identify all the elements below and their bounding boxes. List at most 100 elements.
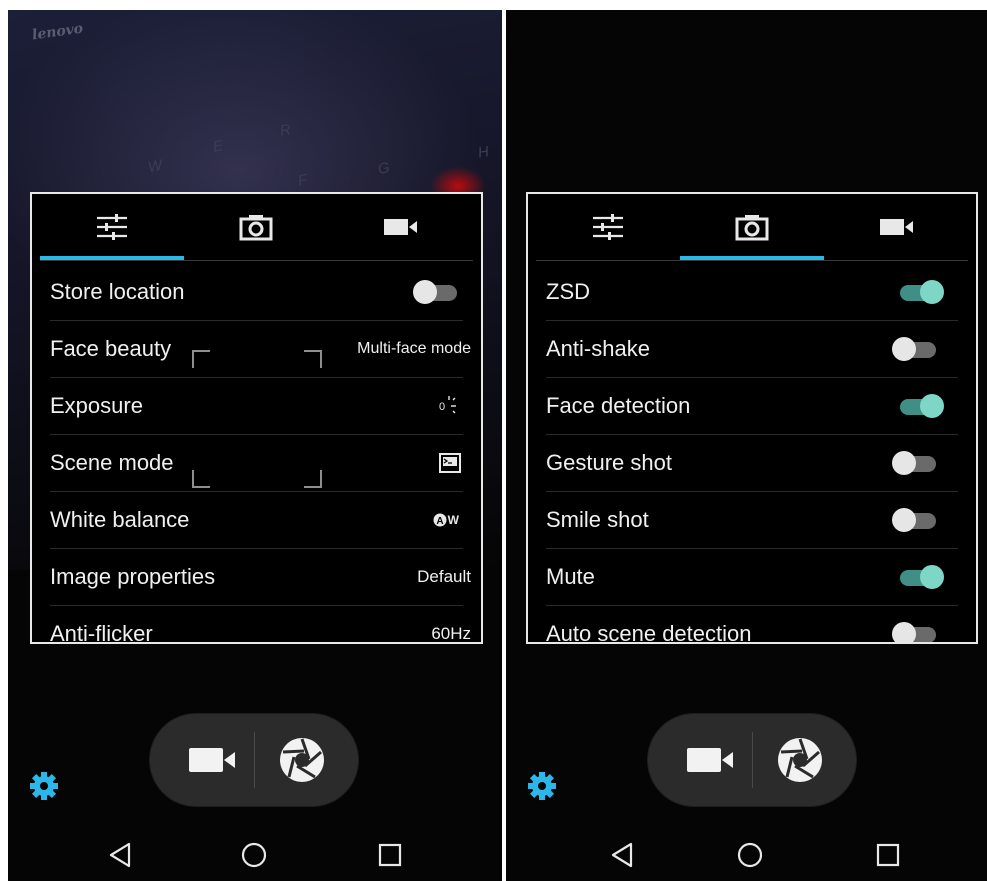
viewfinder-key-text: R bbox=[278, 121, 293, 140]
setting-label: Scene mode bbox=[50, 450, 174, 475]
setting-label: Exposure bbox=[50, 393, 143, 418]
settings-panel: Store location Face beauty Multi-face mo… bbox=[30, 192, 483, 644]
setting-row-smile-shot[interactable]: Smile shot bbox=[546, 492, 958, 549]
back-button[interactable] bbox=[100, 838, 140, 872]
toggle-thumb bbox=[892, 451, 916, 475]
toggle-thumb bbox=[920, 280, 944, 304]
shutter-aperture-icon bbox=[778, 738, 822, 782]
setting-label: Smile shot bbox=[546, 507, 649, 532]
setting-row-gesture-shot[interactable]: Gesture shot bbox=[546, 435, 958, 492]
setting-row-image-properties[interactable]: Image properties Default bbox=[50, 549, 471, 606]
setting-row-anti-shake[interactable]: Anti-shake bbox=[546, 321, 958, 378]
setting-value: Default bbox=[417, 567, 471, 586]
setting-row-scene-mode[interactable]: Scene mode bbox=[50, 435, 463, 492]
video-camera-icon bbox=[687, 748, 733, 772]
camera-icon bbox=[735, 215, 769, 241]
toggle-thumb bbox=[892, 622, 916, 642]
toggle-thumb bbox=[413, 280, 437, 304]
shutter-aperture-icon bbox=[280, 738, 324, 782]
mute-toggle[interactable] bbox=[900, 565, 944, 589]
settings-gear-button[interactable] bbox=[28, 770, 60, 802]
settings-tabs bbox=[32, 194, 481, 264]
sliders-icon bbox=[593, 214, 623, 240]
setting-row-exposure[interactable]: Exposure 0 bbox=[50, 378, 463, 435]
setting-label: Anti-shake bbox=[546, 336, 650, 361]
video-record-button[interactable] bbox=[668, 730, 752, 790]
viewfinder-brand-text: lenovo bbox=[31, 20, 85, 44]
video-record-button[interactable] bbox=[170, 730, 254, 790]
setting-value: 60Hz bbox=[431, 624, 471, 643]
shutter-button[interactable] bbox=[260, 730, 344, 790]
controls-separator bbox=[254, 732, 255, 788]
setting-label: White balance bbox=[50, 507, 190, 532]
tab-photo-settings[interactable] bbox=[184, 194, 328, 260]
recents-button[interactable] bbox=[370, 838, 410, 872]
setting-row-anti-flicker[interactable]: Anti-flicker 60Hz bbox=[50, 606, 471, 644]
toggle-thumb bbox=[920, 565, 944, 589]
setting-row-white-balance[interactable]: White balance A W bbox=[50, 492, 463, 549]
anti-shake-toggle[interactable] bbox=[892, 337, 936, 361]
store-location-toggle[interactable] bbox=[413, 280, 457, 304]
home-button[interactable] bbox=[234, 838, 274, 872]
recents-button[interactable] bbox=[868, 838, 908, 872]
setting-row-face-detection[interactable]: Face detection bbox=[546, 378, 958, 435]
shutter-button[interactable] bbox=[758, 730, 842, 790]
settings-panel: ZSD Anti-shake Face detection Gesture sh… bbox=[526, 192, 978, 644]
sliders-icon bbox=[97, 214, 127, 240]
settings-gear-button[interactable] bbox=[526, 770, 558, 802]
gesture-shot-toggle[interactable] bbox=[892, 451, 936, 475]
recents-square-icon bbox=[876, 843, 900, 867]
setting-label: Image properties bbox=[50, 564, 216, 589]
setting-label: Face detection bbox=[546, 393, 691, 418]
setting-label: Mute bbox=[546, 564, 595, 589]
camera-screen-right: ZSD Anti-shake Face detection Gesture sh… bbox=[506, 10, 987, 881]
zsd-toggle[interactable] bbox=[900, 280, 944, 304]
viewfinder-key-text: H bbox=[476, 143, 491, 162]
home-button[interactable] bbox=[730, 838, 770, 872]
face-detection-toggle[interactable] bbox=[900, 394, 944, 418]
focus-frame-corner bbox=[304, 350, 322, 368]
setting-row-mute[interactable]: Mute bbox=[546, 549, 958, 606]
capture-controls bbox=[648, 714, 856, 806]
auto-scene-detection-toggle[interactable] bbox=[892, 622, 936, 642]
setting-label: Gesture shot bbox=[546, 450, 672, 475]
recents-square-icon bbox=[378, 843, 402, 867]
setting-label: Auto scene detection bbox=[546, 621, 752, 644]
setting-row-face-beauty[interactable]: Face beauty Multi-face mode bbox=[50, 321, 471, 378]
exposure-icon: 0 bbox=[437, 394, 457, 418]
tabs-divider bbox=[536, 260, 968, 261]
setting-row-zsd[interactable]: ZSD bbox=[546, 264, 958, 321]
setting-label: ZSD bbox=[546, 279, 590, 304]
focus-frame-corner bbox=[192, 350, 210, 368]
viewfinder-key-text: F bbox=[296, 171, 309, 190]
navigation-bar bbox=[8, 828, 502, 881]
gear-icon bbox=[30, 772, 58, 800]
auto-white-balance-icon: A W bbox=[433, 513, 459, 527]
setting-label: Face beauty bbox=[50, 336, 172, 361]
home-circle-icon bbox=[241, 842, 267, 868]
camera-screen-left: lenovo W E R F G H X V bbox=[8, 10, 502, 881]
viewfinder-key-text: W bbox=[146, 156, 164, 177]
tab-general-settings[interactable] bbox=[40, 194, 184, 260]
settings-tabs bbox=[528, 194, 976, 264]
smile-shot-toggle[interactable] bbox=[892, 508, 936, 532]
setting-label: Anti-flicker bbox=[50, 621, 153, 644]
tab-video-settings[interactable] bbox=[824, 194, 969, 260]
back-button[interactable] bbox=[602, 838, 642, 872]
toggle-thumb bbox=[892, 337, 916, 361]
setting-label: Store location bbox=[50, 279, 185, 304]
tab-photo-settings[interactable] bbox=[680, 194, 824, 260]
setting-row-store-location[interactable]: Store location bbox=[50, 264, 463, 321]
back-triangle-icon bbox=[109, 842, 131, 868]
scene-mode-icon bbox=[439, 453, 461, 473]
setting-row-auto-scene-detection[interactable]: Auto scene detection bbox=[546, 606, 958, 644]
camera-icon bbox=[239, 215, 273, 241]
toggle-thumb bbox=[920, 394, 944, 418]
tab-general-settings[interactable] bbox=[536, 194, 680, 260]
tabs-divider bbox=[40, 260, 473, 261]
capture-controls bbox=[150, 714, 358, 806]
video-camera-icon bbox=[189, 748, 235, 772]
home-circle-icon bbox=[737, 842, 763, 868]
tab-video-settings[interactable] bbox=[328, 194, 473, 260]
svg-text:A: A bbox=[436, 516, 443, 527]
